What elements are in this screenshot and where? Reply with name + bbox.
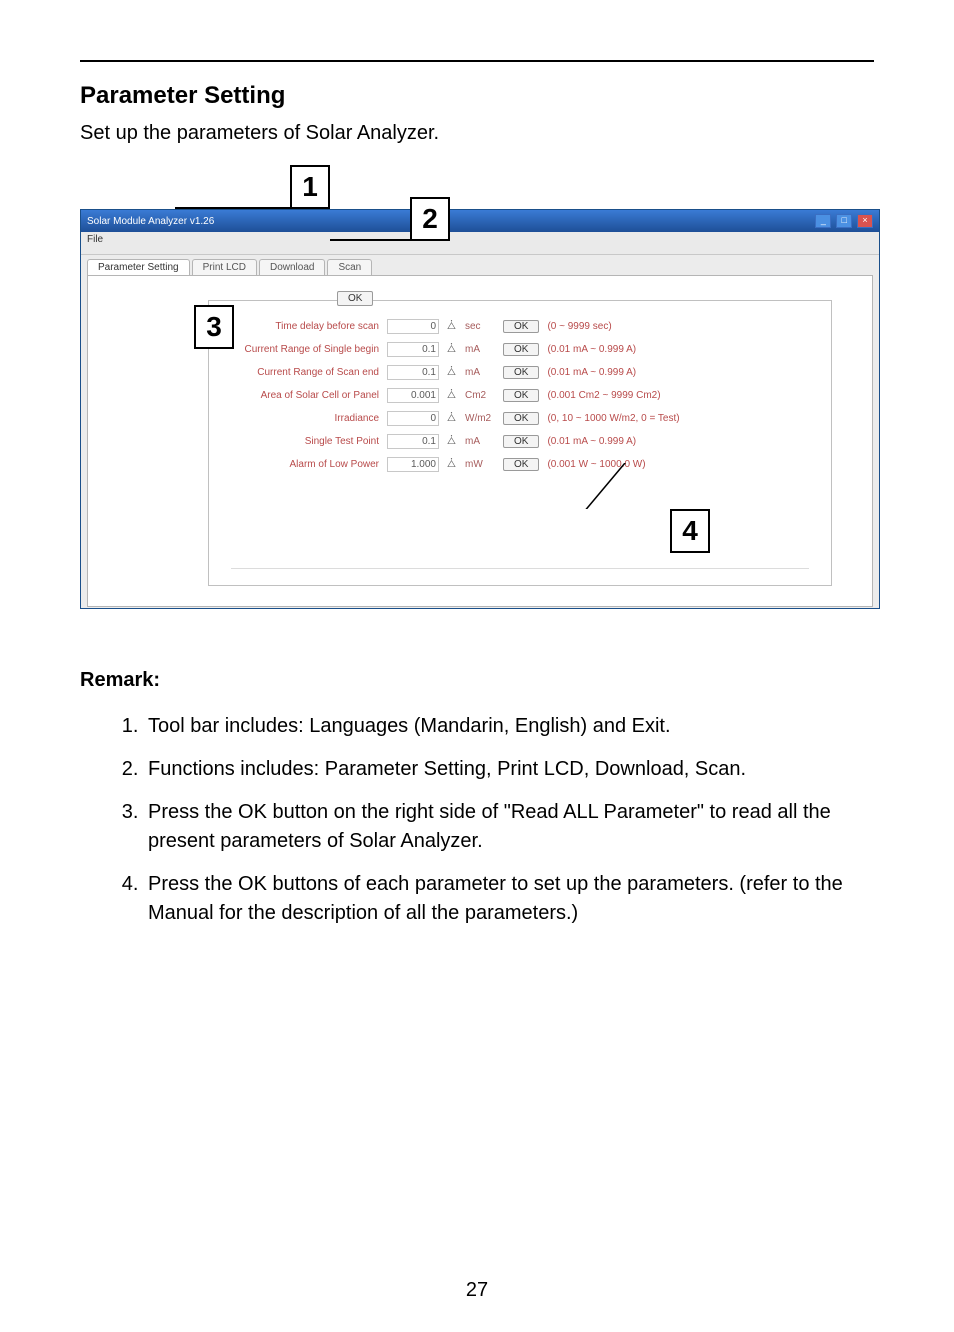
param-unit: sec xyxy=(465,321,495,332)
param-row: Time delay before scan 0 ⧊ sec OK (0 ~ 9… xyxy=(229,319,811,334)
callout-3: 3 xyxy=(194,305,234,349)
read-all-ok-button[interactable]: OK xyxy=(337,291,373,306)
spinner-icon[interactable]: ⧊ xyxy=(447,367,457,378)
param-ok-button[interactable]: OK xyxy=(503,320,539,333)
param-label: Time delay before scan xyxy=(229,321,379,332)
callout-1: 1 xyxy=(290,165,330,209)
param-range: (0 ~ 9999 sec) xyxy=(547,321,611,332)
param-ok-button[interactable]: OK xyxy=(503,435,539,448)
parameter-rows: Time delay before scan 0 ⧊ sec OK (0 ~ 9… xyxy=(229,319,811,480)
screenshot-figure: 1 2 3 4 Solar Module Analyzer v1.26 _ □ … xyxy=(80,169,880,629)
param-range: (0.01 mA ~ 0.999 A) xyxy=(547,344,636,355)
callout-2: 2 xyxy=(410,197,450,241)
param-unit: mA xyxy=(465,367,495,378)
window-buttons: _ □ × xyxy=(813,214,873,228)
param-range: (0, 10 ~ 1000 W/m2, 0 = Test) xyxy=(547,413,679,424)
minimize-icon[interactable]: _ xyxy=(815,214,831,228)
param-range: (0.001 Cm2 ~ 9999 Cm2) xyxy=(547,390,660,401)
menu-bar[interactable]: File xyxy=(81,232,879,255)
param-value[interactable]: 0.1 xyxy=(387,365,439,380)
param-label: Current Range of Single begin xyxy=(229,344,379,355)
param-row: Alarm of Low Power 1.000 ⧊ mW OK (0.001 … xyxy=(229,457,811,472)
param-value[interactable]: 1.000 xyxy=(387,457,439,472)
close-icon[interactable]: × xyxy=(857,214,873,228)
callout-1-leader xyxy=(175,207,291,209)
param-label: Current Range of Scan end xyxy=(229,367,379,378)
param-ok-button[interactable]: OK xyxy=(503,458,539,471)
remark-item: Tool bar includes: Languages (Mandarin, … xyxy=(144,712,874,741)
title-bar: Solar Module Analyzer v1.26 _ □ × xyxy=(81,210,879,232)
page-heading: Parameter Setting xyxy=(80,82,874,110)
param-unit: W/m2 xyxy=(465,413,495,424)
spinner-icon[interactable]: ⧊ xyxy=(447,390,457,401)
param-value[interactable]: 0 xyxy=(387,319,439,334)
intro-text: Set up the parameters of Solar Analyzer. xyxy=(80,122,874,145)
param-label: Irradiance xyxy=(229,413,379,424)
remark-item: Press the OK button on the right side of… xyxy=(144,798,874,856)
param-range: (0.01 mA ~ 0.999 A) xyxy=(547,367,636,378)
param-ok-button[interactable]: OK xyxy=(503,343,539,356)
param-ok-button[interactable]: OK xyxy=(503,389,539,402)
param-row: Single Test Point 0.1 ⧊ mA OK (0.01 mA ~… xyxy=(229,434,811,449)
remark-item: Press the OK buttons of each parameter t… xyxy=(144,870,874,928)
spinner-icon[interactable]: ⧊ xyxy=(447,344,457,355)
param-value[interactable]: 0 xyxy=(387,411,439,426)
param-value[interactable]: 0.001 xyxy=(387,388,439,403)
page-number: 27 xyxy=(0,1279,954,1302)
param-label: Single Test Point xyxy=(229,436,379,447)
param-range: (0.001 W ~ 1000.0 W) xyxy=(547,459,645,470)
param-value[interactable]: 0.1 xyxy=(387,434,439,449)
maximize-icon[interactable]: □ xyxy=(836,214,852,228)
spinner-icon[interactable]: ⧊ xyxy=(447,321,457,332)
tab-download[interactable]: Download xyxy=(259,259,325,275)
param-row: Irradiance 0 ⧊ W/m2 OK (0, 10 ~ 1000 W/m… xyxy=(229,411,811,426)
param-ok-button[interactable]: OK xyxy=(503,366,539,379)
remark-item: Functions includes: Parameter Setting, P… xyxy=(144,755,874,784)
param-unit: mA xyxy=(465,436,495,447)
param-unit: Cm2 xyxy=(465,390,495,401)
top-rule xyxy=(80,60,874,62)
param-label: Area of Solar Cell or Panel xyxy=(229,390,379,401)
spinner-icon[interactable]: ⧊ xyxy=(447,436,457,447)
tab-scan[interactable]: Scan xyxy=(327,259,372,275)
param-range: (0.01 mA ~ 0.999 A) xyxy=(547,436,636,447)
app-window: Solar Module Analyzer v1.26 _ □ × File P… xyxy=(80,209,880,609)
param-row: Current Range of Scan end 0.1 ⧊ mA OK (0… xyxy=(229,365,811,380)
parameter-group: OK Time delay before scan 0 ⧊ sec OK (0 … xyxy=(208,300,832,586)
remark-list: Tool bar includes: Languages (Mandarin, … xyxy=(80,712,874,928)
tab-strip: Parameter Setting Print LCD Download Sca… xyxy=(81,255,879,275)
callout-2-leader xyxy=(330,239,410,241)
group-divider xyxy=(231,568,809,569)
param-value[interactable]: 0.1 xyxy=(387,342,439,357)
spinner-icon[interactable]: ⧊ xyxy=(447,459,457,470)
param-unit: mA xyxy=(465,344,495,355)
tab-parameter-setting[interactable]: Parameter Setting xyxy=(87,259,190,275)
param-label: Alarm of Low Power xyxy=(229,459,379,470)
param-unit: mW xyxy=(465,459,495,470)
spinner-icon[interactable]: ⧊ xyxy=(447,413,457,424)
remark-heading: Remark: xyxy=(80,669,874,692)
app-title: Solar Module Analyzer v1.26 xyxy=(87,216,214,227)
callout-4: 4 xyxy=(670,509,710,553)
param-ok-button[interactable]: OK xyxy=(503,412,539,425)
param-row: Area of Solar Cell or Panel 0.001 ⧊ Cm2 … xyxy=(229,388,811,403)
tab-print-lcd[interactable]: Print LCD xyxy=(192,259,257,275)
param-row: Current Range of Single begin 0.1 ⧊ mA O… xyxy=(229,342,811,357)
